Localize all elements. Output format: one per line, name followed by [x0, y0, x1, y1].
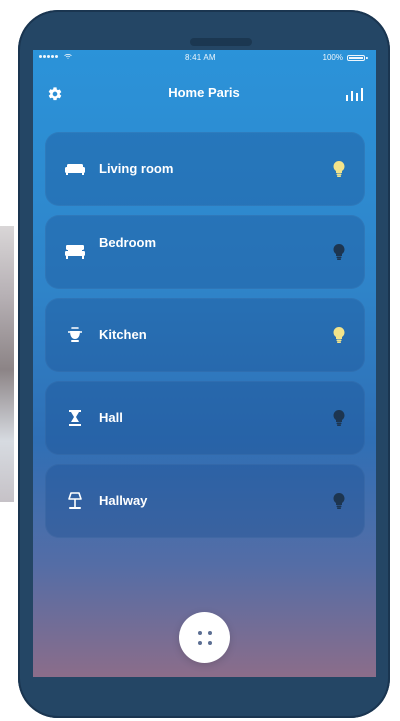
room-card-kitchen[interactable]: Kitchen [45, 298, 365, 372]
room-label-hallway: Hallway [99, 493, 148, 508]
battery-percent: 100% [322, 53, 343, 62]
room-card-hallway[interactable]: Hallway [45, 464, 365, 538]
grid-dots-icon [197, 630, 212, 645]
room-card-bedroom[interactable]: Bedroom [45, 215, 365, 289]
lightbulb-off-icon[interactable] [329, 406, 349, 430]
top-bar: Home Paris [33, 82, 376, 106]
bed-icon [63, 241, 87, 263]
lamp-icon [63, 490, 87, 512]
stats-button[interactable] [341, 81, 367, 107]
room-label-hall: Hall [99, 410, 123, 425]
room-label-kitchen: Kitchen [99, 327, 147, 342]
fab-button[interactable] [179, 612, 230, 663]
bar-chart-icon [346, 88, 363, 101]
room-label-bedroom: Bedroom [99, 235, 157, 250]
stage: 8:41 AM 100% Home Paris Living room Bedr… [0, 0, 400, 721]
signal-status [39, 54, 72, 59]
wifi-icon [64, 54, 72, 59]
room-list: Living room Bedroom Kitchen Hall Hallway [45, 132, 365, 547]
battery-icon [347, 54, 369, 62]
app-screen: 8:41 AM 100% Home Paris Living room Bedr… [33, 50, 376, 677]
room-card-hall[interactable]: Hall [45, 381, 365, 455]
lightbulb-on-icon[interactable] [329, 157, 349, 181]
sofa-icon [63, 158, 87, 180]
lightbulb-off-icon[interactable] [329, 240, 349, 264]
page-title: Home Paris [168, 85, 240, 100]
room-card-living-room[interactable]: Living room [45, 132, 365, 206]
hourglass-icon [63, 407, 87, 429]
status-bar: 8:41 AM 100% [33, 50, 376, 68]
room-label-living-room: Living room [99, 161, 174, 176]
gear-icon [48, 87, 62, 101]
speaker-grill [190, 38, 252, 46]
settings-button[interactable] [43, 82, 67, 106]
pot-icon [63, 324, 87, 346]
signal-icon [39, 55, 58, 58]
status-time: 8:41 AM [185, 53, 216, 62]
battery-status: 100% [323, 53, 369, 62]
background-photo [0, 226, 14, 502]
lightbulb-off-icon[interactable] [329, 489, 349, 513]
lightbulb-on-icon[interactable] [329, 323, 349, 347]
